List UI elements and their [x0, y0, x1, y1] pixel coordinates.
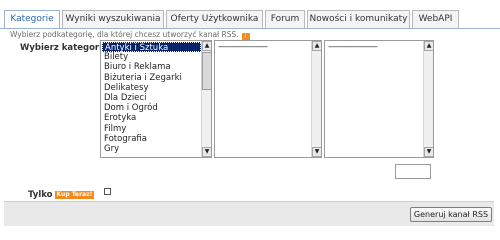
scroll-down-icon[interactable]: ▼ [312, 147, 321, 157]
list-item[interactable]: Gry [102, 144, 201, 154]
scroll-down-icon[interactable]: ▼ [202, 147, 211, 157]
tab-webapi[interactable]: WebAPI [412, 10, 459, 28]
tab-nowosci-i-komunikaty[interactable]: Nowości i komunikaty [307, 10, 410, 28]
tab-kategorie[interactable]: Kategorie [4, 10, 60, 29]
list-item[interactable]: Delikatesy [102, 83, 201, 93]
subcategory-list-items-1: -------------------------- [215, 41, 311, 157]
subcategory-listbox-1[interactable]: -------------------------- ▲ ▼ [214, 40, 322, 158]
list-item[interactable]: Dom i Ogród [102, 103, 201, 113]
category-list-items: Antyki i Sztuka Bilety Biuro i Reklama Biżu… [101, 41, 201, 157]
rss-hint-text: Wybierz podkategorię, dla której chcesz … [10, 30, 239, 39]
list-item[interactable]: Dla Dzieci [102, 93, 201, 103]
generate-rss-button[interactable]: Generuj kanał RSS [410, 207, 492, 222]
scroll-up-icon[interactable]: ▲ [312, 41, 321, 51]
tab-forum[interactable]: Forum [265, 10, 305, 28]
tylko-label: Tylko Kup Teraz! [28, 190, 95, 200]
kup-teraz-badge: Kup Teraz! [54, 191, 95, 199]
subcategory-scrollbar-2[interactable]: ▲ ▼ [423, 41, 433, 157]
subcategory-list-items-2: -------------------------- [325, 41, 423, 157]
list-item[interactable]: Filmy [102, 124, 201, 134]
tylko-text: Tylko [28, 190, 53, 200]
scroll-down-icon[interactable]: ▼ [424, 147, 433, 157]
subcategory-listbox-2[interactable]: -------------------------- ▲ ▼ [324, 40, 434, 158]
tab-wyniki-wyszukiwania[interactable]: Wyniki wyszukiwania [62, 10, 164, 28]
subcategory-scrollbar-1[interactable]: ▲ ▼ [311, 41, 321, 157]
scroll-up-icon[interactable]: ▲ [424, 41, 433, 51]
list-item[interactable]: Antyki i Sztuka [102, 42, 201, 53]
list-item[interactable]: -------------------------- [326, 42, 423, 52]
tab-oferty-uzytkownika[interactable]: Oferty Użytkownika [166, 10, 263, 28]
category-scrollbar[interactable]: ▲ ▼ [201, 41, 211, 157]
list-item[interactable]: Biżuteria i Zegarki [102, 73, 201, 83]
category-listbox[interactable]: Antyki i Sztuka Bilety Biuro i Reklama Biżu… [100, 40, 212, 158]
list-item[interactable]: Fotografia [102, 134, 201, 144]
footer-bar: Generuj kanał RSS [4, 201, 494, 226]
list-item[interactable]: -------------------------- [216, 42, 311, 52]
extra-input-field[interactable] [395, 164, 431, 179]
tab-bar: Kategorie Wyniki wyszukiwania Oferty Uży… [4, 10, 494, 29]
category-label: Wybierz kategorię [20, 43, 108, 53]
tab-underline [0, 28, 500, 29]
list-item[interactable]: Bilety [102, 52, 201, 62]
list-item[interactable]: Biuro i Reklama [102, 62, 201, 72]
list-item[interactable]: Erotyka [102, 113, 201, 123]
scroll-thumb[interactable] [202, 52, 211, 90]
scroll-up-icon[interactable]: ▲ [202, 41, 211, 51]
tylko-checkbox[interactable] [104, 188, 111, 195]
